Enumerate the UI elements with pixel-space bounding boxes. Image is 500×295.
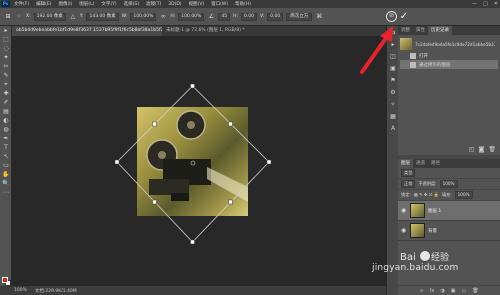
svg-text:经验: 经验 bbox=[431, 251, 449, 263]
watermark-url: jingyan.baidu.com bbox=[372, 263, 459, 273]
svg-text:Bai: Bai bbox=[400, 252, 416, 263]
baidu-jingyan-logo: Bai 经验 bbox=[400, 251, 449, 263]
